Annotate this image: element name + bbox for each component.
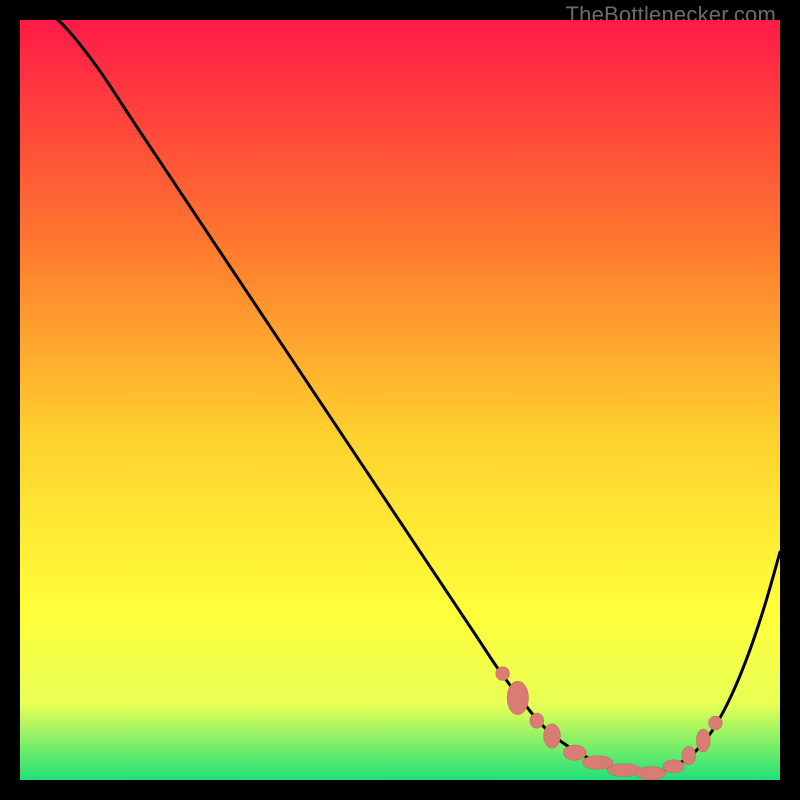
- curve-marker: [530, 713, 544, 728]
- curve-marker: [636, 767, 666, 780]
- curve-marker: [507, 681, 528, 714]
- curve-marker: [544, 724, 561, 748]
- curve-marker: [696, 729, 710, 752]
- curve-marker: [563, 745, 586, 760]
- curve-marker: [496, 667, 510, 681]
- curve-marker: [709, 716, 723, 730]
- curve-marker: [582, 756, 612, 770]
- gradient-background: [20, 20, 780, 780]
- curve-marker: [663, 760, 684, 773]
- curve-marker: [682, 747, 696, 765]
- chart-frame: [20, 20, 780, 780]
- bottleneck-chart: [20, 20, 780, 780]
